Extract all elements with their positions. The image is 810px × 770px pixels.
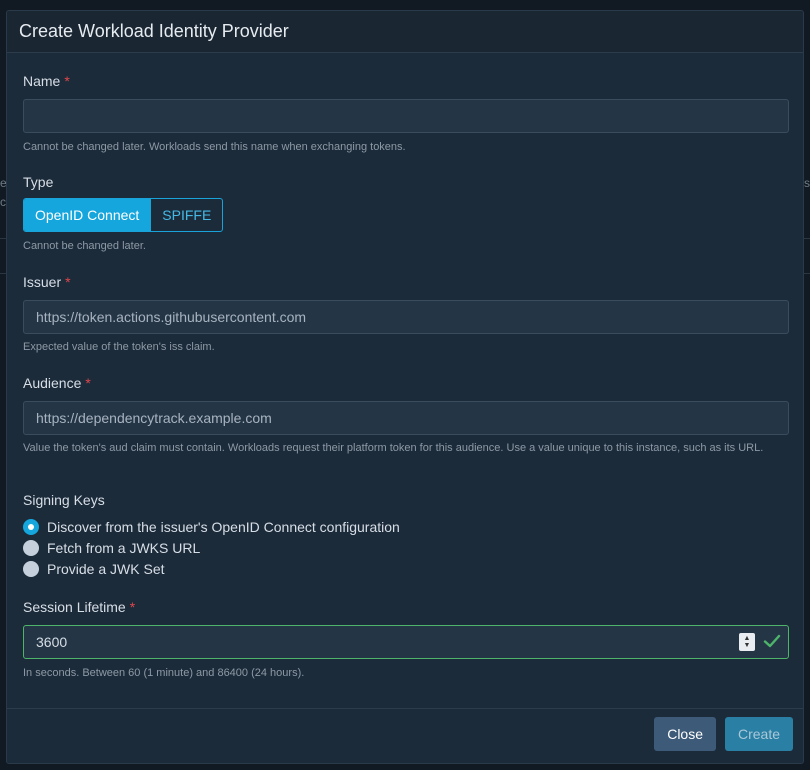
session-lifetime-label-text: Session Lifetime (23, 599, 126, 615)
radio-unchecked-icon[interactable] (23, 561, 39, 577)
required-mark: * (129, 599, 136, 615)
issuer-label-text: Issuer (23, 274, 62, 290)
backdrop-divider (804, 273, 810, 274)
issuer-input[interactable] (23, 300, 789, 334)
stepper-down-icon[interactable]: ▼ (744, 642, 751, 649)
number-stepper[interactable]: ▲ ▼ (739, 633, 755, 651)
type-label: Type (23, 174, 54, 190)
required-mark: * (65, 274, 71, 290)
dialog-footer: Close Create (7, 708, 803, 763)
name-label-text: Name (23, 73, 61, 89)
name-help: Cannot be changed later. Workloads send … (23, 141, 406, 153)
audience-label: Audience * (23, 375, 91, 391)
signing-keys-label: Signing Keys (23, 492, 105, 508)
session-lifetime-label: Session Lifetime * (23, 599, 135, 615)
issuer-label: Issuer * (23, 274, 71, 290)
signing-keys-option-label: Provide a JWK Set (47, 561, 165, 577)
radio-unchecked-icon[interactable] (23, 540, 39, 556)
type-toggle: OpenID Connect SPIFFE (23, 198, 224, 232)
backdrop-divider (804, 238, 810, 239)
dialog-header: Create Workload Identity Provider (7, 11, 803, 53)
type-help: Cannot be changed later. (23, 240, 146, 252)
valid-check-icon (763, 634, 781, 648)
signing-keys-option-jwks-url[interactable]: Fetch from a JWKS URL (23, 540, 200, 556)
signing-keys-option-label: Fetch from a JWKS URL (47, 540, 201, 556)
signing-keys-option-jwk-set[interactable]: Provide a JWK Set (23, 561, 165, 577)
audience-input[interactable] (23, 401, 789, 435)
audience-label-text: Audience (23, 375, 82, 391)
stepper-up-icon[interactable]: ▲ (744, 635, 751, 642)
backdrop-text-fragment: s (804, 176, 810, 190)
create-provider-dialog: Create Workload Identity Provider Name * … (6, 10, 804, 764)
session-lifetime-help: In seconds. Between 60 (1 minute) and 86… (23, 667, 305, 679)
type-option-spiffe[interactable]: SPIFFE (150, 199, 222, 231)
issuer-help: Expected value of the token's iss claim. (23, 341, 215, 353)
radio-checked-icon[interactable] (23, 519, 39, 535)
name-label: Name * (23, 73, 70, 89)
session-lifetime-input[interactable] (23, 625, 789, 659)
type-option-openid-connect[interactable]: OpenID Connect (24, 199, 151, 231)
session-lifetime-wrapper: ▲ ▼ (23, 625, 789, 659)
required-mark: * (64, 73, 70, 89)
create-button[interactable]: Create (724, 717, 793, 751)
dialog-title: Create Workload Identity Provider (19, 21, 289, 41)
close-button[interactable]: Close (654, 717, 716, 751)
name-input[interactable] (23, 99, 789, 133)
required-mark: * (85, 375, 91, 391)
signing-keys-option-discover[interactable]: Discover from the issuer's OpenID Connec… (23, 519, 400, 535)
audience-help: Value the token's aud claim must contain… (23, 442, 764, 454)
signing-keys-option-label: Discover from the issuer's OpenID Connec… (47, 519, 400, 535)
